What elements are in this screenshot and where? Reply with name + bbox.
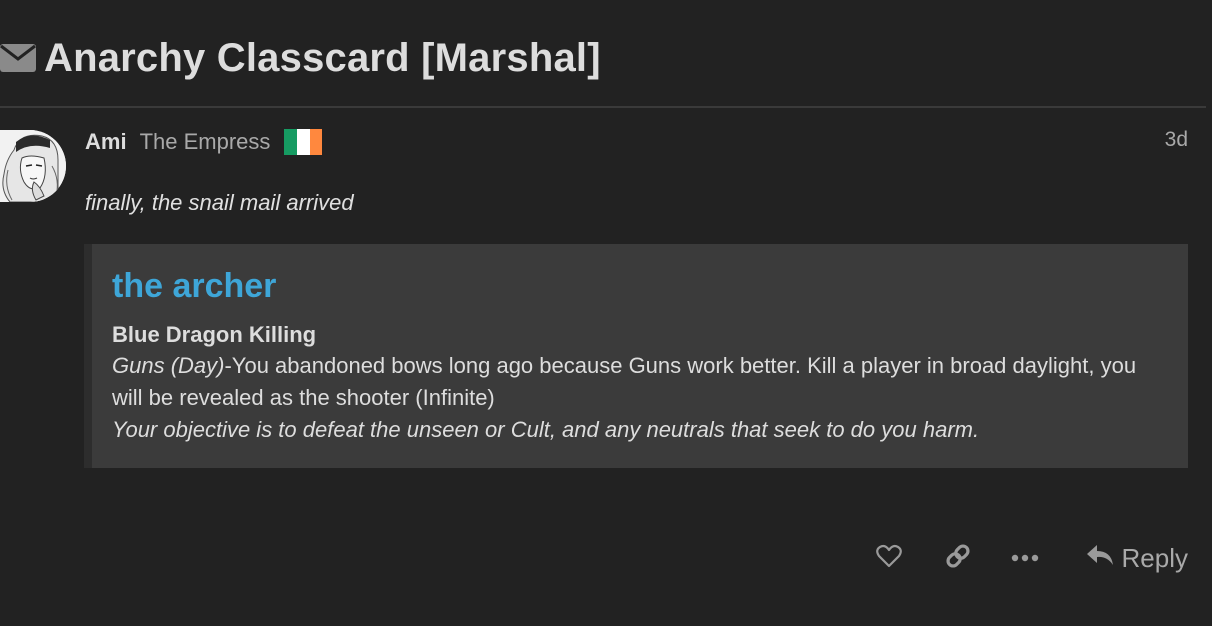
quote-block: the archer Blue Dragon Killing Guns (Day… bbox=[84, 244, 1188, 468]
username[interactable]: Ami bbox=[85, 129, 127, 155]
card-ability: Guns (Day)-You abandoned bows long ago b… bbox=[112, 350, 1168, 414]
card-heading: the archer bbox=[112, 267, 277, 305]
link-icon bbox=[944, 542, 972, 575]
ability-name: Guns (Day) bbox=[112, 353, 225, 378]
heart-icon bbox=[875, 544, 902, 573]
user-title: The Empress bbox=[139, 129, 271, 154]
ellipsis-icon bbox=[1011, 549, 1039, 567]
avatar[interactable] bbox=[0, 130, 66, 202]
ireland-flag-icon bbox=[284, 129, 323, 155]
card-subheading: Blue Dragon Killing bbox=[112, 322, 317, 347]
like-button[interactable] bbox=[874, 536, 904, 580]
envelope-icon bbox=[0, 44, 36, 72]
reply-button[interactable]: Reply bbox=[1086, 536, 1188, 580]
post-actions: Reply bbox=[874, 536, 1188, 580]
more-actions-button[interactable] bbox=[1010, 536, 1040, 580]
topic-title[interactable]: Anarchy Classcard [Marshal] bbox=[44, 36, 601, 81]
ability-text: -You abandoned bows long ago because Gun… bbox=[112, 353, 1137, 410]
post-date[interactable]: 3d bbox=[1165, 128, 1188, 152]
topic-header: Anarchy Classcard [Marshal] bbox=[0, 28, 601, 88]
post-body-text: finally, the snail mail arrived bbox=[85, 190, 354, 215]
post-header: Ami The Empress bbox=[85, 126, 323, 158]
reply-icon bbox=[1086, 543, 1122, 574]
header-divider bbox=[0, 106, 1206, 108]
copy-link-button[interactable] bbox=[943, 536, 973, 580]
card-objective: Your objective is to defeat the unseen o… bbox=[112, 417, 980, 442]
reply-label: Reply bbox=[1121, 542, 1188, 573]
